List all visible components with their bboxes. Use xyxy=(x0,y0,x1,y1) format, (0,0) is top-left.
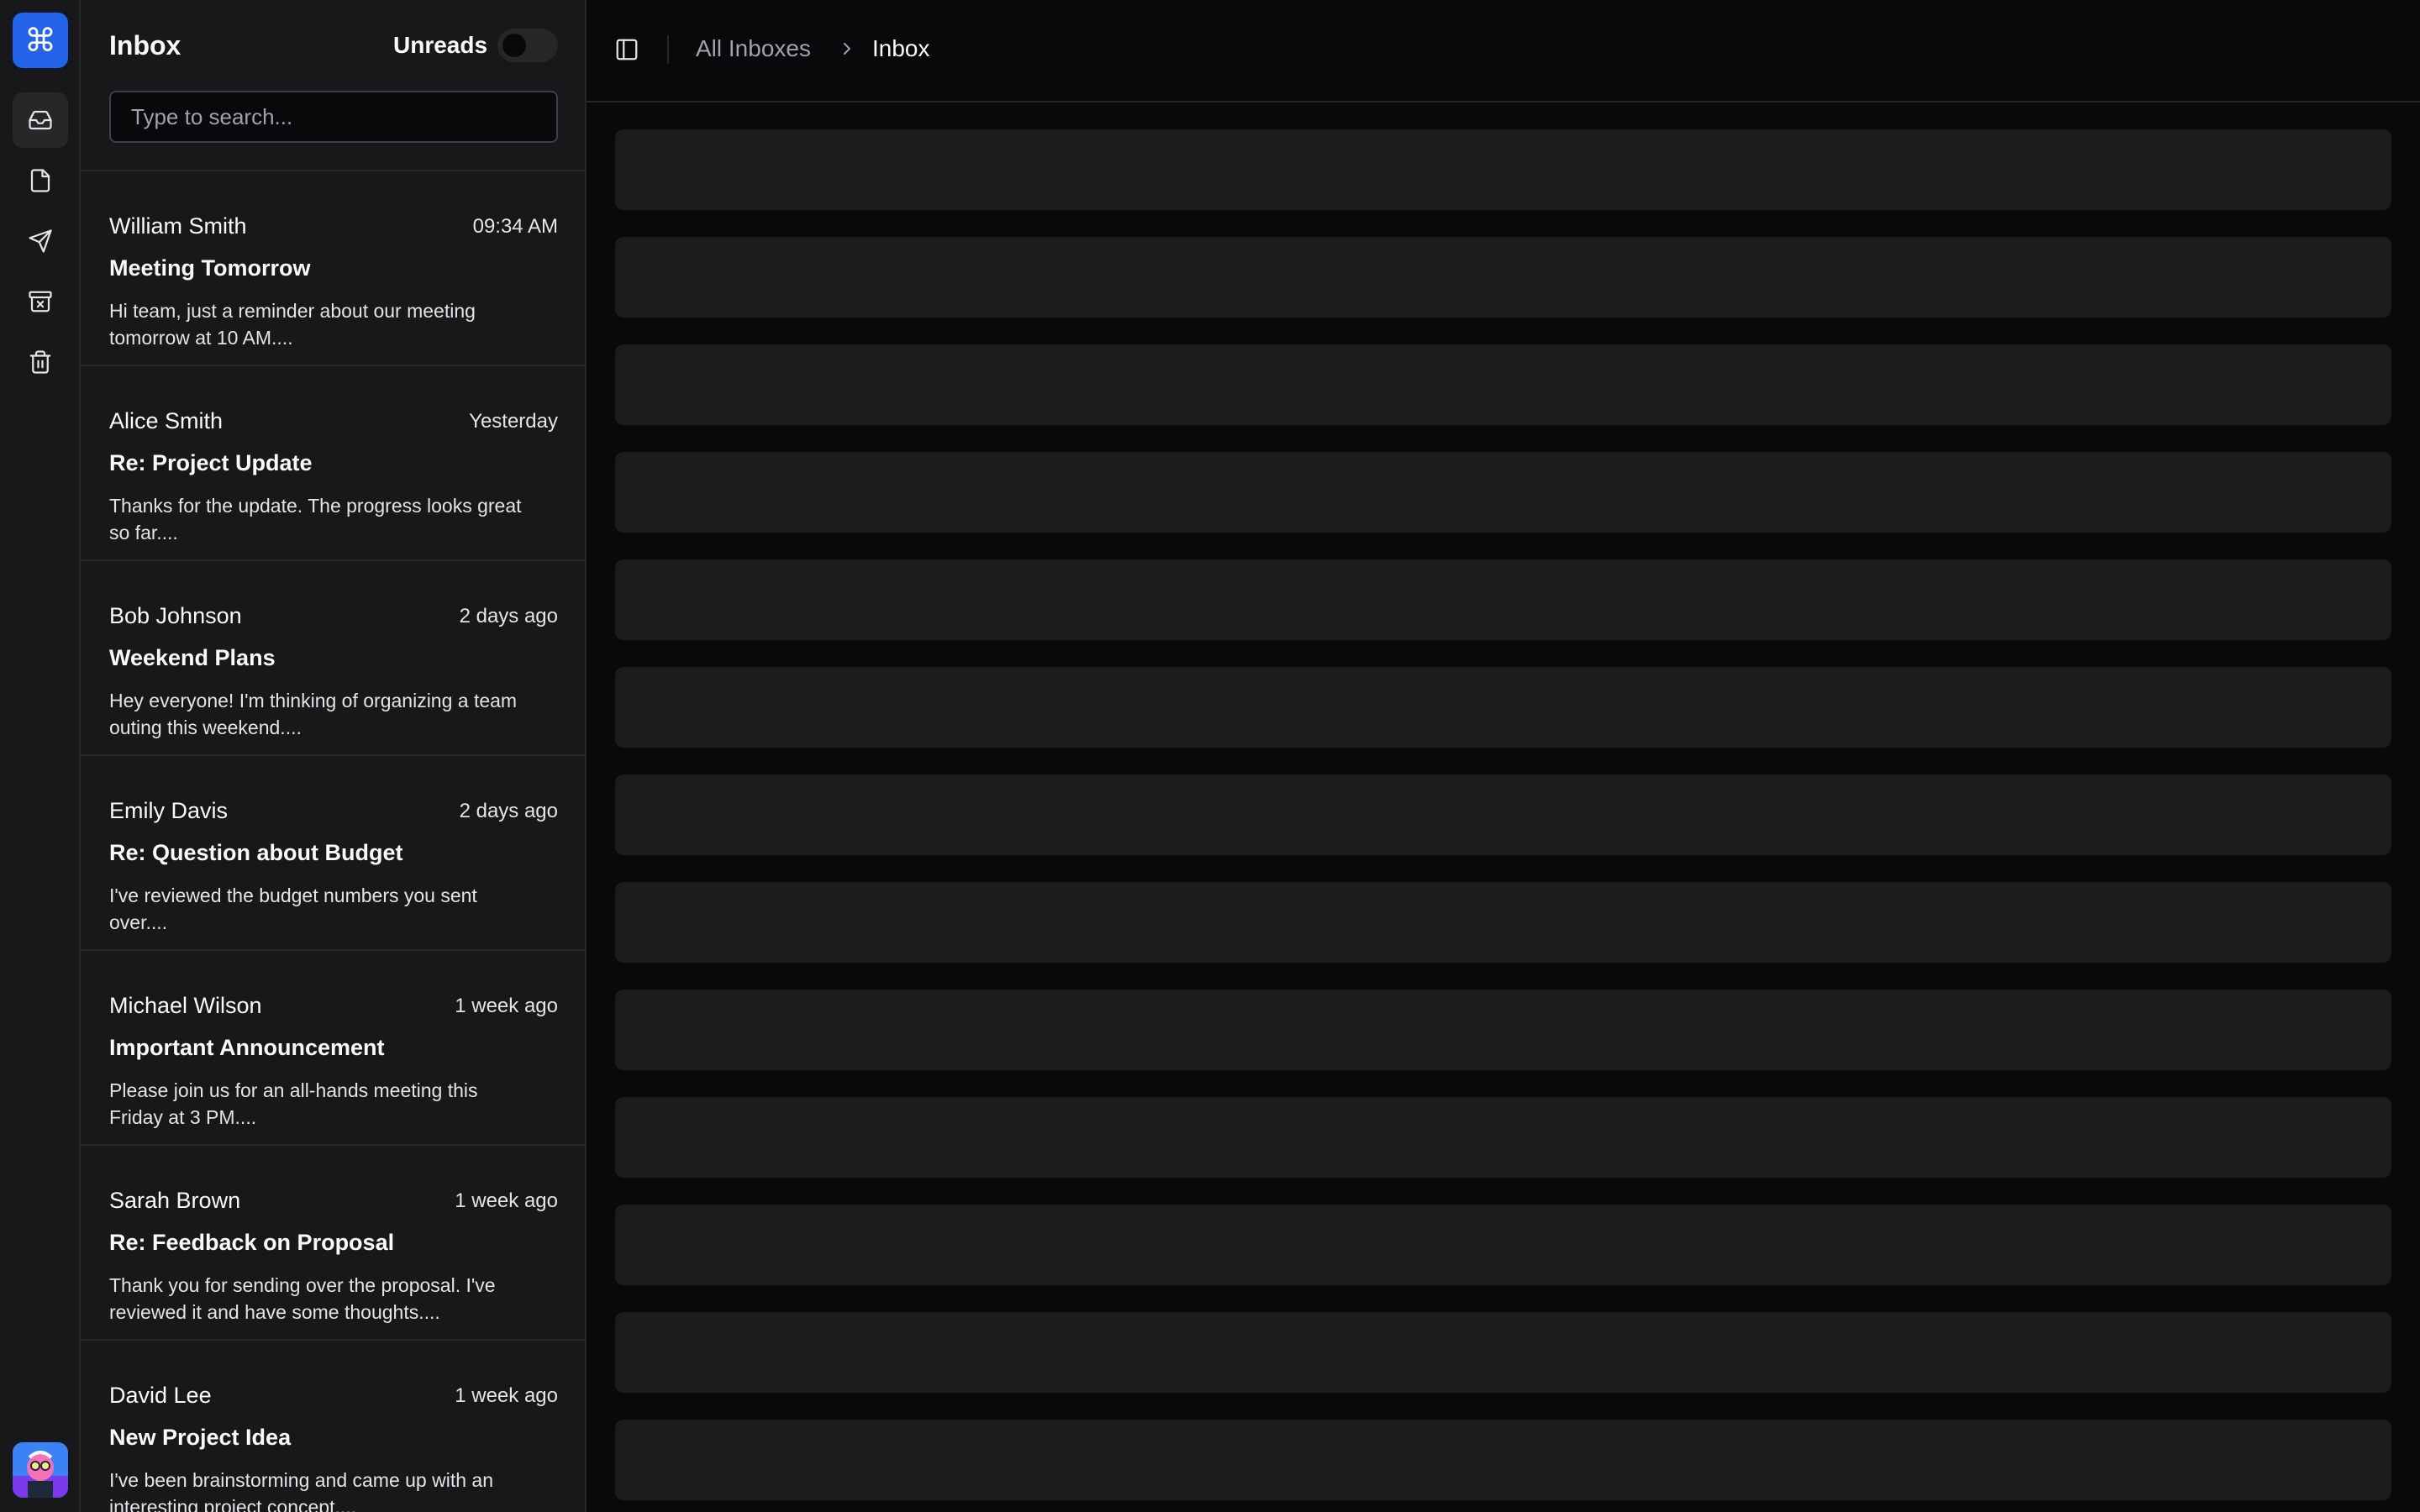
mail-preview: Thanks for the update. The progress look… xyxy=(109,495,522,543)
mail-list: William Smith 09:34 AM Meeting Tomorrow … xyxy=(81,171,585,1512)
loading-skeleton-row xyxy=(615,667,2391,748)
mail-time: 1 week ago xyxy=(455,995,558,1017)
loading-skeleton-row xyxy=(615,1312,2391,1393)
mail-preview: Hi team, just a reminder about our meeti… xyxy=(109,300,476,349)
mail-detail-area: All Inboxes Inbox xyxy=(587,0,2420,1512)
mail-subject: Re: Question about Budget xyxy=(109,840,403,865)
loading-skeleton-row xyxy=(615,452,2391,533)
loading-skeleton-row xyxy=(615,1205,2391,1285)
mail-preview: I've been brainstorming and came up with… xyxy=(109,1469,493,1512)
command-logo-icon[interactable]: ⌘ xyxy=(13,13,68,68)
mail-preview: I've reviewed the budget numbers you sen… xyxy=(109,885,477,933)
chevron-right-icon xyxy=(844,43,850,55)
mail-item[interactable]: Michael Wilson 1 week ago Important Anno… xyxy=(81,951,585,1146)
mail-item[interactable]: William Smith 09:34 AM Meeting Tomorrow … xyxy=(81,171,585,366)
avatar-image xyxy=(13,1442,68,1498)
mail-time: Yesterday xyxy=(469,410,558,433)
archive-x-icon xyxy=(29,291,52,312)
nav-inbox-button[interactable] xyxy=(13,92,68,148)
send-icon xyxy=(29,229,52,253)
toggle-sidebar-button[interactable] xyxy=(612,34,642,65)
mail-list-header: Inbox Unreads xyxy=(81,0,585,171)
mail-sender: Alice Smith xyxy=(109,408,224,433)
loading-skeleton-row xyxy=(615,237,2391,318)
mail-sender: Emily Davis xyxy=(109,798,229,823)
mail-sender: Bob Johnson xyxy=(109,603,242,628)
page-title: Inbox xyxy=(109,30,182,60)
mail-time: 2 days ago xyxy=(459,605,558,627)
mail-sender: Sarah Brown xyxy=(109,1188,241,1213)
icon-rail: ⌘ xyxy=(0,0,81,1512)
trash-icon xyxy=(29,350,51,374)
loading-skeleton-row xyxy=(615,774,2391,855)
mail-item[interactable]: David Lee 1 week ago New Project Idea I'… xyxy=(81,1341,585,1512)
inbox-icon xyxy=(29,110,52,130)
mail-sender: William Smith xyxy=(109,213,247,239)
unreads-toggle[interactable] xyxy=(497,29,558,62)
mail-time: 2 days ago xyxy=(459,800,558,822)
mail-preview: Please join us for an all-hands meeting … xyxy=(109,1079,478,1128)
mail-subject: Meeting Tomorrow xyxy=(109,255,311,281)
top-bar: All Inboxes Inbox xyxy=(587,0,2420,102)
mail-subject: Re: Project Update xyxy=(109,450,313,475)
unreads-label: Unreads xyxy=(393,32,488,58)
loading-skeleton-row xyxy=(615,882,2391,963)
loading-skeleton-row xyxy=(615,559,2391,640)
loading-skeleton-row xyxy=(615,1097,2391,1178)
mail-sender: David Lee xyxy=(109,1383,212,1408)
mail-item[interactable]: Emily Davis 2 days ago Re: Question abou… xyxy=(81,756,585,951)
loading-skeleton-row xyxy=(615,1420,2391,1500)
mail-subject: Important Announcement xyxy=(109,1035,385,1060)
mail-subject: Weekend Plans xyxy=(109,645,276,670)
panel-left-icon xyxy=(616,39,638,60)
nav-archive-button[interactable] xyxy=(13,274,68,329)
mail-item[interactable]: Alice Smith Yesterday Re: Project Update… xyxy=(81,366,585,561)
mail-time: 09:34 AM xyxy=(472,215,558,238)
breadcrumb-all-inboxes[interactable]: All Inboxes xyxy=(696,35,811,62)
mail-time: 1 week ago xyxy=(455,1384,558,1407)
mail-item[interactable]: Sarah Brown 1 week ago Re: Feedback on P… xyxy=(81,1146,585,1341)
loading-skeleton-row xyxy=(615,990,2391,1070)
loading-skeleton-row xyxy=(615,344,2391,425)
divider xyxy=(667,35,669,64)
mail-preview: Hey everyone! I'm thinking of organizing… xyxy=(109,690,518,738)
mail-subject: Re: Feedback on Proposal xyxy=(109,1230,395,1255)
file-icon xyxy=(30,169,50,192)
loading-skeleton-row xyxy=(615,129,2391,210)
mail-app: ⌘ Inbox Unreads Type to search... Willia… xyxy=(0,0,2420,1512)
nav-sent-button[interactable] xyxy=(13,213,68,269)
nav-drafts-button[interactable] xyxy=(13,153,68,208)
breadcrumb-current: Inbox xyxy=(872,35,930,61)
mail-list-panel: Inbox Unreads William Smith 09:34 AM Mee… xyxy=(81,0,587,1512)
mail-time: 1 week ago xyxy=(455,1189,558,1212)
user-avatar[interactable] xyxy=(13,1442,68,1498)
search-input[interactable] xyxy=(109,91,558,143)
mail-subject: New Project Idea xyxy=(109,1425,292,1450)
toggle-knob xyxy=(502,34,526,57)
mail-preview: Thank you for sending over the proposal.… xyxy=(109,1274,496,1323)
nav-trash-button[interactable] xyxy=(13,334,68,390)
mail-item[interactable]: Bob Johnson 2 days ago Weekend Plans Hey… xyxy=(81,561,585,756)
mail-sender: Michael Wilson xyxy=(109,993,262,1018)
